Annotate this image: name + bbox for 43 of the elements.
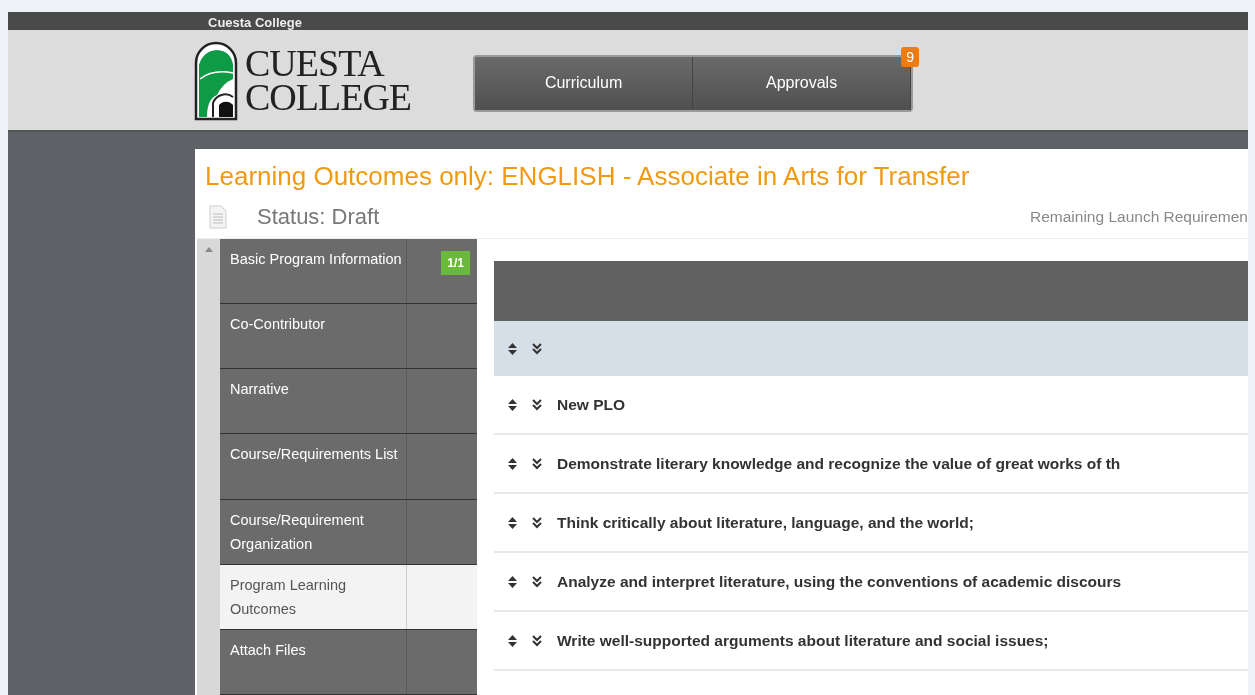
expand-chevron-icon[interactable] [532, 516, 542, 529]
outcome-text: New PLO [557, 395, 626, 414]
sidebar-item[interactable]: Narrative [220, 369, 477, 435]
expand-chevron-icon[interactable] [532, 342, 542, 355]
progress-badge: 1/1 [441, 251, 470, 275]
outcome-text: Think critically about literature, language, and the world; [557, 513, 974, 532]
sort-icon[interactable] [508, 342, 517, 355]
arch-logo-icon [193, 39, 239, 121]
sort-icon[interactable] [508, 634, 517, 647]
requirements-text: Remaining Launch Requiremen [1030, 208, 1248, 226]
outcome-text: Demonstrate literary knowledge and recognize the value of great works of th [557, 454, 1121, 473]
expand-chevron-icon[interactable] [532, 634, 542, 647]
sidebar-item-label: Course/Requirement Organization [229, 510, 365, 554]
sidebar-item[interactable]: Course/Requirements List [220, 434, 477, 500]
outcome-text: Write well-supported arguments about literature and social issues; [557, 631, 1049, 650]
sidebar-item-label: Basic Program Information [229, 250, 403, 269]
status-text: Status: Draft [257, 204, 381, 230]
expand-chevron-icon[interactable] [532, 575, 542, 588]
scrollbar[interactable] [195, 239, 220, 695]
sidebar-item[interactable]: Co-Contributor [220, 304, 477, 370]
outcome-text: Analyze and interpret literature, using the conventions of academic discours [557, 572, 1122, 591]
sidebar-item[interactable]: Attach Files [220, 629, 477, 695]
sidebar-item-label: Program Learning Outcomes [229, 575, 348, 619]
sidebar-item-label: Course/Requirements List [229, 445, 399, 465]
sidebar-item[interactable]: Basic Program Information 1/1 [220, 239, 477, 305]
sort-icon[interactable] [508, 398, 517, 411]
sidebar-item[interactable]: Program Learning Outcomes [220, 564, 477, 630]
sidebar-item[interactable]: Course/Requirement Organization [220, 499, 477, 565]
site-title: Cuesta College [208, 15, 302, 30]
expand-chevron-icon[interactable] [532, 457, 542, 470]
logo-text: CUESTA [245, 46, 386, 80]
logo-text: COLLEGE [245, 80, 412, 114]
nav-tab[interactable]: Curriculum [475, 56, 694, 110]
sidebar-item-label: Narrative [229, 380, 290, 400]
sidebar-item-label: Attach Files [229, 640, 307, 660]
sort-icon[interactable] [508, 575, 517, 588]
sort-icon[interactable] [508, 457, 517, 470]
sort-icon[interactable] [508, 516, 517, 529]
notification-badge: 9 [901, 46, 920, 67]
expand-chevron-icon[interactable] [532, 398, 542, 411]
document-icon [209, 205, 227, 229]
proposal-title: Learning Outcomes only: ENGLISH - Associate in Arts for Transfer [204, 160, 971, 192]
sidebar-item-label: Co-Contributor [229, 315, 327, 335]
